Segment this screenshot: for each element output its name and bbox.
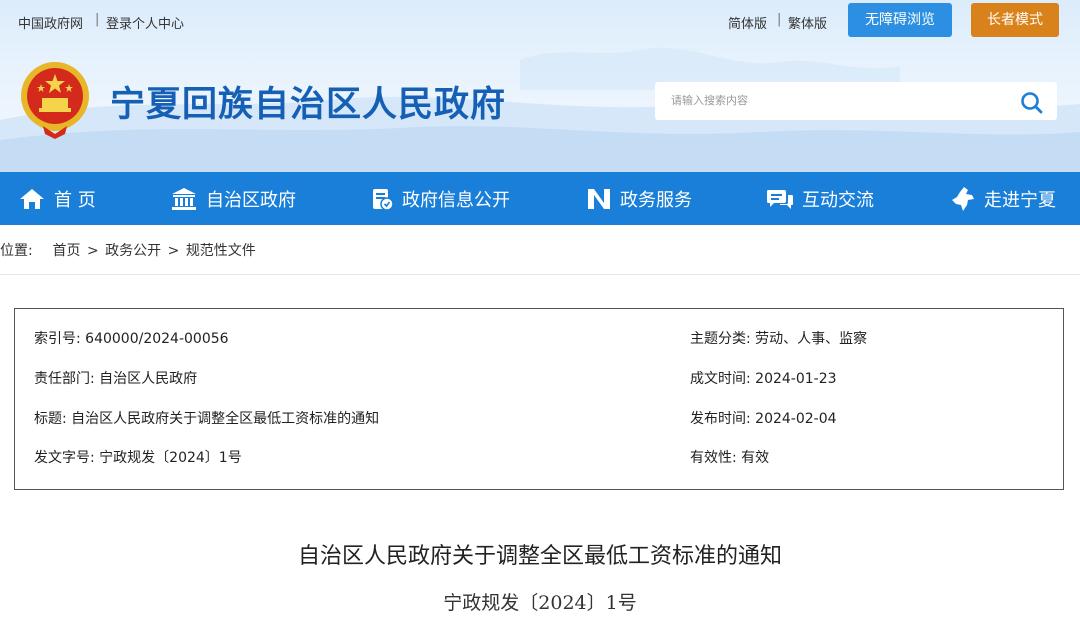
- search-input[interactable]: [671, 93, 1001, 109]
- elder-mode-button[interactable]: 长者模式: [971, 3, 1059, 37]
- divider: |: [95, 12, 100, 27]
- nav-item-info-disclosure[interactable]: 政府信息公开: [370, 172, 510, 225]
- breadcrumb-separator: >: [167, 243, 180, 259]
- breadcrumb-item-affairs[interactable]: 政务公开: [105, 243, 161, 259]
- top-bar: 中国政府网 | 登录个人中心 简体版 | 繁体版 无障碍浏览 长者模式: [0, 0, 1080, 42]
- ningxia-map-icon: [952, 186, 974, 211]
- login-link[interactable]: 登录个人中心: [106, 13, 184, 32]
- meta-index-no: 索引号: 640000/2024-00056: [34, 331, 229, 347]
- nav-label: 自治区政府: [206, 189, 296, 211]
- meta-topic: 主题分类: 劳动、人事、监察: [690, 331, 868, 347]
- nav-item-interaction[interactable]: 互动交流: [766, 172, 874, 225]
- info-document-icon: [373, 188, 394, 211]
- home-icon: [20, 188, 44, 209]
- simplified-link[interactable]: 简体版: [728, 13, 767, 32]
- nav-item-services[interactable]: 政务服务: [586, 172, 692, 225]
- site-title: 宁夏回族自治区人民政府: [110, 85, 507, 125]
- meta-department: 责任部门: 自治区人民政府: [34, 371, 198, 387]
- divider: |: [777, 12, 782, 27]
- meta-publish-date: 发布时间: 2024-02-04: [690, 411, 837, 427]
- article-title: 自治区人民政府关于调整全区最低工资标准的通知: [297, 544, 782, 569]
- site-header: 中国政府网 | 登录个人中心 简体版 | 繁体版 无障碍浏览 长者模式 宁夏回族…: [0, 0, 1080, 172]
- traditional-link[interactable]: 繁体版: [788, 13, 827, 32]
- government-building-icon: [172, 187, 196, 210]
- gov-portal-link[interactable]: 中国政府网: [18, 13, 83, 32]
- nav-item-ningxia[interactable]: 走进宁夏: [950, 172, 1056, 225]
- meta-validity: 有效性: 有效: [690, 450, 770, 466]
- accessibility-button[interactable]: 无障碍浏览: [848, 3, 952, 37]
- breadcrumb: 位置: 首页 > 政务公开 > 规范性文件: [0, 240, 258, 260]
- meta-written-date: 成文时间: 2024-01-23: [690, 371, 837, 387]
- breadcrumb-separator: >: [86, 243, 99, 259]
- breadcrumb-item-normative-docs[interactable]: 规范性文件: [186, 243, 256, 259]
- nav-item-home[interactable]: 首 页: [18, 172, 96, 225]
- nav-label: 首 页: [54, 189, 96, 211]
- breadcrumb-prefix: 位置:: [0, 243, 33, 259]
- nav-item-government[interactable]: 自治区政府: [170, 172, 296, 225]
- nav-label: 政务服务: [620, 189, 692, 211]
- nav-label: 走进宁夏: [984, 189, 1056, 211]
- service-n-icon: [588, 188, 610, 209]
- meta-title: 标题: 自治区人民政府关于调整全区最低工资标准的通知: [34, 411, 380, 427]
- article-doc-number: 宁政规发〔2024〕1号: [443, 592, 637, 614]
- search-box: [655, 82, 1057, 120]
- main-nav: 首 页 自治区政府 政府信息公开 政务服务 互动交流 走进宁夏: [0, 172, 1080, 225]
- divider: [0, 274, 1080, 275]
- nav-label: 互动交流: [802, 189, 874, 211]
- search-icon[interactable]: [1019, 90, 1045, 116]
- chat-icon: [767, 189, 793, 209]
- meta-doc-no: 发文字号: 宁政规发〔2024〕1号: [34, 450, 242, 466]
- breadcrumb-item-home[interactable]: 首页: [53, 243, 81, 259]
- national-emblem-icon: [21, 62, 89, 139]
- nav-label: 政府信息公开: [402, 189, 510, 211]
